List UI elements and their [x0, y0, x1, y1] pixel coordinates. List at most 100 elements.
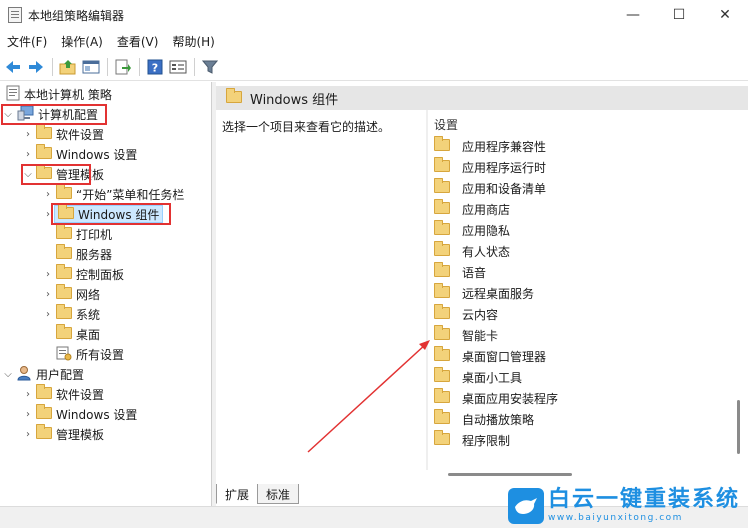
list-item-label: 应用程序运行时 — [462, 160, 547, 175]
tree-item-printers[interactable]: 打印机 — [54, 223, 113, 244]
tree-item-windows-settings[interactable]: › Windows 设置 — [22, 143, 137, 164]
watermark: 白云一键重装系统 www.baiyunxitong.com — [507, 488, 740, 524]
properties-button[interactable] — [167, 56, 189, 78]
console-tree: 本地计算机 策略 ⌵ 计算机配置 › 软件设置 › Windows 设置 ⌵ 管… — [0, 82, 212, 528]
menu-help[interactable]: 帮助(H) — [165, 33, 221, 50]
chevron-right-icon[interactable]: › — [42, 309, 54, 320]
tree-item-label: 网络 — [76, 287, 101, 302]
tree-item-user-admin-templates[interactable]: › 管理模板 — [22, 423, 104, 444]
folder-icon — [434, 366, 456, 385]
tree-item-start-menu-taskbar[interactable]: › “开始”菜单和任务栏 — [42, 183, 184, 204]
chevron-right-icon[interactable]: › — [42, 289, 54, 300]
menu-action[interactable]: 操作(A) — [54, 33, 110, 50]
list-item-presence[interactable]: 有人状态 — [434, 240, 511, 261]
settings-list: 设置 应用程序兼容性 应用程序运行时 应用和设备清单 应用商店 应用隐私 有人状… — [428, 110, 748, 482]
list-item-label: 智能卡 — [462, 328, 499, 343]
title-bar: 本地组策略编辑器 — ☐ ✕ — [0, 0, 748, 30]
list-item-app-runtime[interactable]: 应用程序运行时 — [434, 156, 547, 177]
tree-item-server[interactable]: 服务器 — [54, 243, 112, 264]
list-item-store[interactable]: 应用商店 — [434, 198, 511, 219]
list-item-desktop-window-manager[interactable]: 桌面窗口管理器 — [434, 345, 547, 366]
list-item-label: 自动播放策略 — [462, 412, 535, 427]
menu-view[interactable]: 查看(V) — [110, 33, 166, 50]
chevron-right-icon[interactable]: › — [22, 149, 34, 160]
tree-item-desktop[interactable]: 桌面 — [54, 323, 101, 344]
list-item-app-privacy[interactable]: 应用隐私 — [434, 219, 511, 240]
chevron-down-icon[interactable]: ⌵ — [2, 369, 14, 380]
chevron-right-icon[interactable]: › — [22, 129, 34, 140]
tree-item-system[interactable]: › 系统 — [42, 303, 101, 324]
tree-item-user-windows-settings[interactable]: › Windows 设置 — [22, 403, 137, 424]
folder-up-icon — [59, 59, 76, 74]
list-item-desktop-gadgets[interactable]: 桌面小工具 — [434, 366, 523, 387]
app-icon — [8, 7, 22, 23]
details-header: Windows 组件 — [216, 86, 748, 110]
help-button[interactable]: ? — [144, 56, 166, 78]
list-item-label: 桌面小工具 — [462, 370, 523, 385]
minimize-button[interactable]: — — [610, 0, 656, 30]
export-icon — [115, 59, 131, 74]
close-button[interactable]: ✕ — [702, 0, 748, 30]
folder-icon — [434, 324, 456, 343]
folder-icon — [434, 429, 456, 448]
folder-icon — [434, 219, 456, 238]
description-text: 选择一个项目来查看它的描述。 — [222, 120, 391, 134]
maximize-button[interactable]: ☐ — [656, 0, 702, 30]
folder-icon — [434, 282, 456, 301]
list-item-remote-desktop[interactable]: 远程桌面服务 — [434, 282, 535, 303]
tree-item-software-settings[interactable]: › 软件设置 — [22, 123, 104, 144]
folder-icon — [56, 223, 72, 242]
bird-logo-icon — [507, 488, 544, 524]
chevron-right-icon[interactable]: › — [22, 429, 34, 440]
filter-button[interactable] — [199, 56, 221, 78]
list-item-label: 应用商店 — [462, 202, 511, 217]
tab-standard[interactable]: 标准 — [257, 484, 300, 504]
folder-icon — [56, 263, 72, 282]
list-item-cloud-content[interactable]: 云内容 — [434, 303, 498, 324]
tree-item-label: 本地计算机 策略 — [24, 87, 112, 102]
tree-item-network[interactable]: › 网络 — [42, 283, 101, 304]
tree-item-user-software-settings[interactable]: › 软件设置 — [22, 383, 104, 404]
list-item-program-restrictions[interactable]: 程序限制 — [434, 429, 510, 450]
list-item-desktop-app-installer[interactable]: 桌面应用安装程序 — [434, 387, 558, 408]
forward-button[interactable] — [25, 56, 47, 78]
folder-icon — [36, 423, 52, 442]
list-item-label: 应用隐私 — [462, 223, 511, 238]
folder-icon — [434, 156, 456, 175]
tree-item-label: 桌面 — [76, 327, 101, 342]
chevron-right-icon[interactable]: › — [42, 189, 54, 200]
tree-item-all-settings[interactable]: 所有设置 — [54, 344, 124, 364]
list-item-speech[interactable]: 语音 — [434, 261, 486, 282]
chevron-right-icon[interactable]: › — [22, 389, 34, 400]
list-item-label: 有人状态 — [462, 244, 511, 259]
column-header-settings[interactable]: 设置 — [434, 116, 458, 133]
export-list-button[interactable] — [112, 56, 134, 78]
back-button[interactable] — [2, 56, 24, 78]
horizontal-scrollbar[interactable] — [448, 473, 572, 476]
folder-icon — [56, 243, 72, 262]
up-folder-button[interactable] — [57, 56, 79, 78]
chevron-right-icon[interactable]: › — [22, 409, 34, 420]
list-item-smart-card[interactable]: 智能卡 — [434, 324, 499, 345]
tree-item-local-computer-policy[interactable]: 本地计算机 策略 — [4, 84, 112, 104]
list-item-app-device-inventory[interactable]: 应用和设备清单 — [434, 177, 546, 198]
menu-file[interactable]: 文件(F) — [0, 33, 54, 50]
list-item-autoplay-policy[interactable]: 自动播放策略 — [434, 408, 535, 429]
tab-extended[interactable]: 扩展 — [216, 484, 259, 504]
folder-icon — [36, 123, 52, 142]
list-item-label: 远程桌面服务 — [462, 286, 535, 301]
tree-item-label: 系统 — [76, 307, 101, 322]
tree-item-user-config[interactable]: ⌵ 用户配置 — [2, 364, 84, 384]
tree-item-control-panel[interactable]: › 控制面板 — [42, 263, 124, 284]
list-item-app-compat[interactable]: 应用程序兼容性 — [434, 135, 546, 156]
vertical-scrollbar[interactable] — [737, 400, 740, 454]
show-hide-console-tree-button[interactable] — [80, 56, 102, 78]
chevron-right-icon[interactable]: › — [42, 269, 54, 280]
folder-icon — [434, 408, 456, 427]
menu-bar: 文件(F) 操作(A) 查看(V) 帮助(H) — [0, 30, 748, 52]
tree-item-label: 用户配置 — [36, 367, 85, 382]
folder-icon — [434, 261, 456, 280]
description-pane: 选择一个项目来查看它的描述。 — [216, 110, 426, 482]
list-item-label: 桌面窗口管理器 — [462, 349, 547, 364]
tree-item-label: 打印机 — [76, 227, 113, 242]
